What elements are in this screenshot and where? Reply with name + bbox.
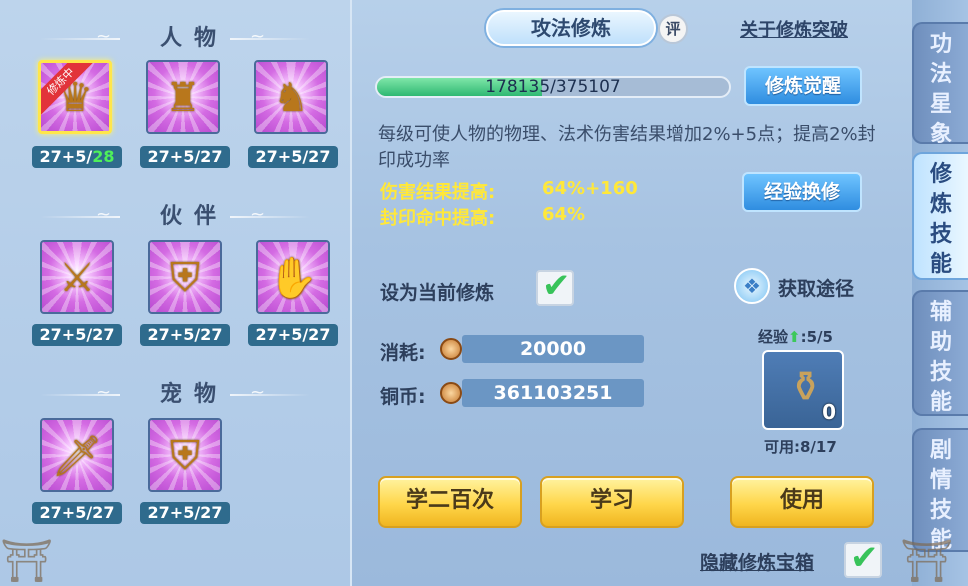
tab-story-skill[interactable]: 剧情技能 xyxy=(912,428,968,553)
breakthrough-link[interactable]: 关于修炼突破 xyxy=(740,16,848,42)
page-title: 攻法修炼 xyxy=(486,10,656,46)
section-title-partner: 伙伴 xyxy=(160,204,229,229)
slot-person-armor[interactable]: ♛ 修炼中 xyxy=(38,60,112,134)
cloud-ornament-icon: ~ xyxy=(96,26,112,47)
cloud-ornament-icon: ~ xyxy=(250,26,266,47)
copper-value: 361103251 xyxy=(462,379,644,407)
stat-seal-label: 封印命中提高: xyxy=(380,208,496,229)
rate-button[interactable]: 评 xyxy=(658,14,688,44)
level-highlight: 28 xyxy=(92,147,115,166)
slot-person-sword[interactable]: ♞ xyxy=(254,60,328,134)
partner-shield-icon: ⛨ xyxy=(170,255,200,302)
learn-button[interactable]: 学习 xyxy=(540,476,684,528)
slot-partner-glove[interactable]: ✋ xyxy=(256,240,330,314)
slot-level: 27+5/27 xyxy=(140,502,230,524)
divider xyxy=(230,216,310,218)
cloud-ornament-icon: ~ xyxy=(250,382,266,403)
cloud-ornament-icon: ~ xyxy=(96,204,112,225)
tab-label: 辅助技能 xyxy=(929,300,952,415)
slot-partner-sword[interactable]: ⚔ xyxy=(40,240,114,314)
divider xyxy=(230,38,310,40)
awaken-button[interactable]: 修炼觉醒 xyxy=(744,66,862,106)
slot-level: 27+5/27 xyxy=(248,146,338,168)
learn-200-button[interactable]: 学二百次 xyxy=(378,476,522,528)
slot-level: 27+5/28 xyxy=(32,146,122,168)
use-button[interactable]: 使用 xyxy=(730,476,874,528)
slot-pet-shield[interactable]: ⛨ xyxy=(148,418,222,492)
slot-level: 27+5/27 xyxy=(248,324,338,346)
exp-item-slot[interactable]: ⚱ 0 xyxy=(762,350,844,430)
stat-seal-value: 64% xyxy=(542,204,586,225)
set-current-label: 设为当前修炼 xyxy=(380,282,495,304)
cultivation-screen: ~ 人物 ~ ♛ 修炼中 27+5/28 ♜ 27+5/27 ♞ 27+5/27… xyxy=(0,0,968,586)
cost-value: 20000 xyxy=(462,335,644,363)
item-count: 0 xyxy=(822,400,836,424)
stat-damage-label: 伤害结果提高: xyxy=(380,182,496,203)
pet-sword-icon: 🗡 xyxy=(51,433,103,480)
side-tabs: 功法星象 修炼技能 辅助技能 剧情技能 xyxy=(912,0,968,586)
pagoda-decoration-icon: ⛩ xyxy=(900,536,954,585)
vase-icon: ⚱ xyxy=(788,362,824,411)
coin-icon xyxy=(440,382,462,404)
tab-label: 功法星象 xyxy=(929,32,952,147)
level-text: 27+5/ xyxy=(39,147,93,166)
divider xyxy=(230,394,310,396)
get-path-link[interactable]: 获取途径 xyxy=(778,274,854,301)
slot-pet-sword[interactable]: 🗡 xyxy=(40,418,114,492)
description: 每级可使人物的物理、法术伤害结果增加2%+5点；提高2%封印成功率 xyxy=(378,124,876,171)
partner-sword-icon: ⚔ xyxy=(59,255,95,302)
arrow-up-icon: ⬆ xyxy=(788,328,801,346)
slot-level: 27+5/27 xyxy=(32,324,122,346)
slot-level: 27+5/27 xyxy=(140,146,230,168)
person-sword-icon: ♞ xyxy=(273,75,309,122)
hide-chest-checkbox[interactable]: ✔ xyxy=(844,538,882,578)
set-current-checkbox[interactable]: ✔ xyxy=(536,266,574,306)
cloud-ornament-icon: ~ xyxy=(96,382,112,403)
available-count: 可用:8/17 xyxy=(764,438,837,456)
exchange-button[interactable]: 经验换修 xyxy=(742,172,862,212)
cloud-ornament-icon: ~ xyxy=(250,204,266,225)
slot-partner-shield[interactable]: ⛨ xyxy=(148,240,222,314)
slot-level: 27+5/27 xyxy=(32,502,122,524)
exp-label-text: 经验 xyxy=(758,328,789,346)
book-icon[interactable]: ❖ xyxy=(734,268,770,304)
partner-glove-icon: ✋ xyxy=(268,255,318,302)
tab-assist-skill[interactable]: 辅助技能 xyxy=(912,290,968,416)
pet-shield-icon: ⛨ xyxy=(170,433,200,480)
exp-progress-bar: 178135/375107 xyxy=(375,76,731,98)
copper-label: 铜币: xyxy=(380,386,426,408)
section-title-pet: 宠物 xyxy=(160,382,229,407)
stat-damage-value: 64%+160 xyxy=(542,178,638,199)
coin-icon xyxy=(440,338,462,360)
hide-chest-label: 隐藏修炼宝箱 xyxy=(700,552,815,574)
target-list-panel: ~ 人物 ~ ♛ 修炼中 27+5/28 ♜ 27+5/27 ♞ 27+5/27… xyxy=(0,0,352,586)
tab-cultivation[interactable]: 修炼技能 xyxy=(912,152,968,280)
tab-star-method[interactable]: 功法星象 xyxy=(912,22,968,147)
progress-text: 178135/375107 xyxy=(485,77,621,97)
cost-label: 消耗: xyxy=(380,342,426,364)
exp-label: 经验⬆:5/5 xyxy=(758,326,833,347)
tab-label: 修炼技能 xyxy=(929,162,952,277)
section-title-person: 人物 xyxy=(160,26,229,51)
pagoda-decoration-icon: ⛩ xyxy=(0,536,54,585)
checkmark-icon: ✔ xyxy=(850,538,879,578)
person-shield-icon: ♜ xyxy=(165,75,201,122)
checkmark-icon: ✔ xyxy=(542,266,571,306)
exp-value: :5/5 xyxy=(800,328,833,346)
slot-person-shield[interactable]: ♜ xyxy=(146,60,220,134)
slot-level: 27+5/27 xyxy=(140,324,230,346)
